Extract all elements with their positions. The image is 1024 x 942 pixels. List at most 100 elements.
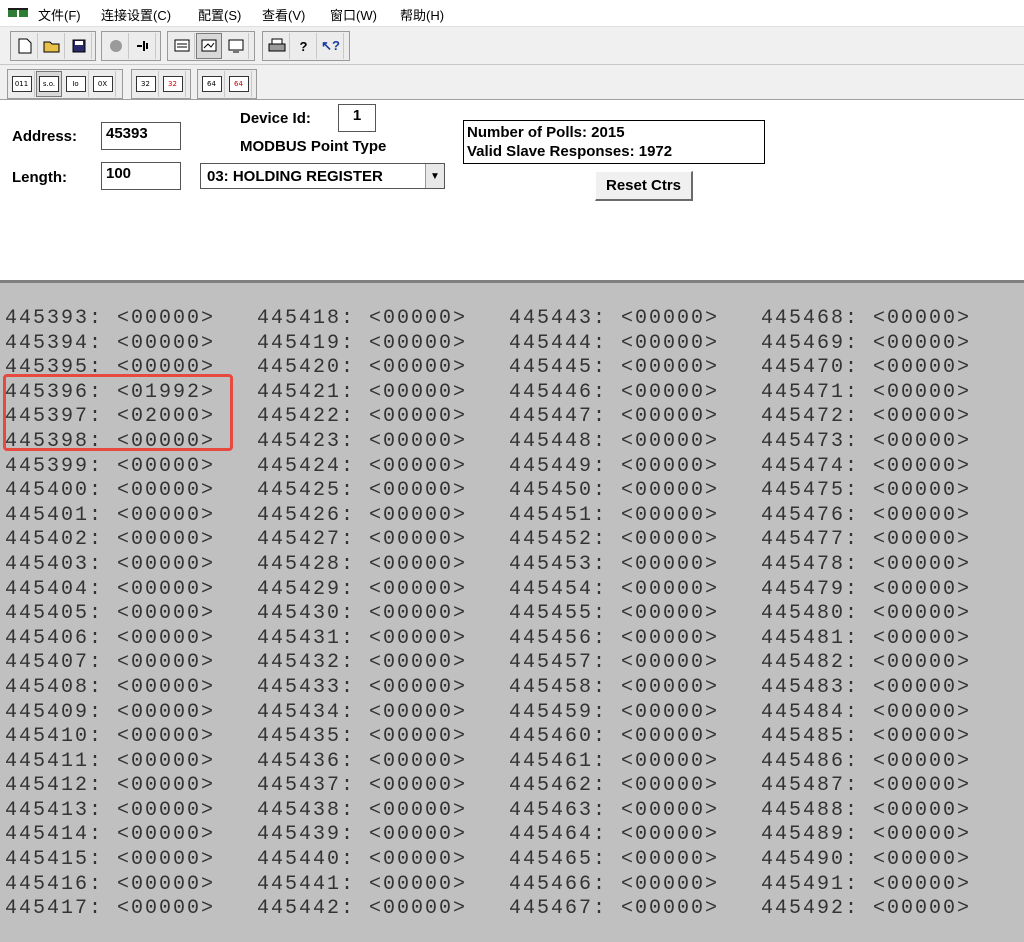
register-row: 445483: <00000> — [761, 675, 972, 699]
register-row: 445409: <00000> — [5, 700, 216, 724]
register-row: 445470: <00000> — [761, 356, 972, 380]
open-icon[interactable] — [39, 33, 65, 59]
register-row: 445411: <00000> — [5, 749, 216, 773]
point-type-label: MODBUS Point Type — [240, 138, 387, 155]
register-column-4: 445468: <00000> 445469: <00000> 445470: <0… — [761, 307, 971, 922]
settings-panel: Address: 45393 Length: 100 Device Id: 1 … — [0, 100, 1024, 283]
responses-count: Valid Slave Responses: 1972 — [467, 143, 673, 160]
register-row: 445419: <00000> — [257, 331, 468, 355]
length-label: Length: — [12, 169, 67, 186]
register-row: 445415: <00000> — [5, 848, 216, 872]
register-row: 445466: <00000> — [509, 872, 720, 896]
register-row: 445406: <00000> — [5, 626, 216, 650]
toolbar-group-views — [167, 31, 255, 61]
register-row: 445418: <00000> — [257, 307, 468, 330]
context-help-icon[interactable]: ↖? — [318, 33, 344, 59]
register-column-3: 445443: <00000> 445444: <00000> 445445: <0… — [509, 307, 719, 922]
highlight-box — [3, 374, 233, 451]
register-row: 445402: <00000> — [5, 528, 216, 552]
toolbar-group-format: 011 s.o. Io 0X — [7, 69, 123, 99]
register-row: 445454: <00000> — [509, 577, 720, 601]
menu-view[interactable]: 查看(V) — [262, 5, 305, 24]
binary-format-icon[interactable]: 011 — [9, 71, 35, 97]
register-row: 445443: <00000> — [509, 307, 720, 330]
register-row: 445449: <00000> — [509, 454, 720, 478]
float32-icon[interactable]: 32 — [133, 71, 159, 97]
disconnect-icon[interactable] — [130, 33, 156, 59]
register-row: 445451: <00000> — [509, 503, 720, 527]
register-row: 445442: <00000> — [257, 897, 468, 921]
hex-format-icon[interactable]: 0X — [90, 71, 116, 97]
double64-icon[interactable]: 64 — [199, 71, 225, 97]
register-row: 445417: <00000> — [5, 897, 216, 921]
device-id-label: Device Id: — [240, 110, 311, 127]
monitor-icon[interactable] — [223, 33, 249, 59]
register-column-2: 445418: <00000> 445419: <00000> 445420: <0… — [257, 307, 467, 922]
register-row: 445407: <00000> — [5, 651, 216, 675]
app-icon[interactable] — [8, 8, 30, 18]
poll-icon[interactable] — [169, 33, 195, 59]
toolbar-group-64bit: 64 64 — [197, 69, 257, 99]
register-row: 445474: <00000> — [761, 454, 972, 478]
toolbar-group-32bit: 32 32 — [131, 69, 191, 99]
integer-format-icon[interactable]: Io — [63, 71, 89, 97]
register-row: 445445: <00000> — [509, 356, 720, 380]
register-row: 445430: <00000> — [257, 602, 468, 626]
menu-file[interactable]: 文件(F) — [38, 5, 81, 24]
register-row: 445432: <00000> — [257, 651, 468, 675]
register-row: 445429: <00000> — [257, 577, 468, 601]
register-row: 445421: <00000> — [257, 380, 468, 404]
register-row: 445455: <00000> — [509, 602, 720, 626]
register-row: 445463: <00000> — [509, 798, 720, 822]
register-row: 445459: <00000> — [509, 700, 720, 724]
register-row: 445433: <00000> — [257, 675, 468, 699]
menu-bar: 文件(F) 连接设置(C) 配置(S) 查看(V) 窗口(W) 帮助(H) — [0, 0, 1024, 27]
register-row: 445482: <00000> — [761, 651, 972, 675]
device-id-field[interactable]: 1 — [338, 104, 376, 132]
register-row: 445413: <00000> — [5, 798, 216, 822]
register-row: 445492: <00000> — [761, 897, 972, 921]
register-row: 445400: <00000> — [5, 479, 216, 503]
register-row: 445422: <00000> — [257, 405, 468, 429]
decimal-format-icon[interactable]: s.o. — [36, 71, 62, 97]
register-row: 445425: <00000> — [257, 479, 468, 503]
register-row: 445440: <00000> — [257, 848, 468, 872]
connect-icon[interactable] — [103, 33, 129, 59]
register-row: 445441: <00000> — [257, 872, 468, 896]
register-row: 445437: <00000> — [257, 774, 468, 798]
save-icon[interactable] — [66, 33, 92, 59]
register-row: 445426: <00000> — [257, 503, 468, 527]
toolbar-group-connect — [101, 31, 161, 61]
register-row: 445452: <00000> — [509, 528, 720, 552]
view-icon[interactable] — [196, 33, 222, 59]
register-row: 445405: <00000> — [5, 602, 216, 626]
double64-swapped-icon[interactable]: 64 — [226, 71, 252, 97]
print-icon[interactable] — [264, 33, 290, 59]
register-row: 445420: <00000> — [257, 356, 468, 380]
register-row: 445424: <00000> — [257, 454, 468, 478]
toolbar-main: ? ↖? — [0, 27, 1024, 65]
menu-setup[interactable]: 配置(S) — [198, 5, 241, 24]
menu-window[interactable]: 窗口(W) — [330, 5, 377, 24]
menu-help[interactable]: 帮助(H) — [400, 5, 444, 24]
new-icon[interactable] — [12, 33, 38, 59]
menu-connection[interactable]: 连接设置(C) — [101, 5, 171, 24]
register-row: 445436: <00000> — [257, 749, 468, 773]
register-row: 445457: <00000> — [509, 651, 720, 675]
chevron-down-icon[interactable]: ▼ — [425, 164, 444, 188]
register-row: 445490: <00000> — [761, 848, 972, 872]
register-row: 445456: <00000> — [509, 626, 720, 650]
register-row: 445481: <00000> — [761, 626, 972, 650]
address-field[interactable]: 45393 — [101, 122, 181, 150]
point-type-select[interactable]: 03: HOLDING REGISTER ▼ — [200, 163, 445, 189]
register-row: 445448: <00000> — [509, 429, 720, 453]
register-row: 445462: <00000> — [509, 774, 720, 798]
help-icon[interactable]: ? — [291, 33, 317, 59]
point-type-value: 03: HOLDING REGISTER — [207, 168, 383, 185]
register-row: 445471: <00000> — [761, 380, 972, 404]
register-row: 445444: <00000> — [509, 331, 720, 355]
length-field[interactable]: 100 — [101, 162, 181, 190]
float32-swapped-icon[interactable]: 32 — [160, 71, 186, 97]
register-row: 445410: <00000> — [5, 725, 216, 749]
reset-counters-button[interactable]: Reset Ctrs — [595, 171, 693, 201]
